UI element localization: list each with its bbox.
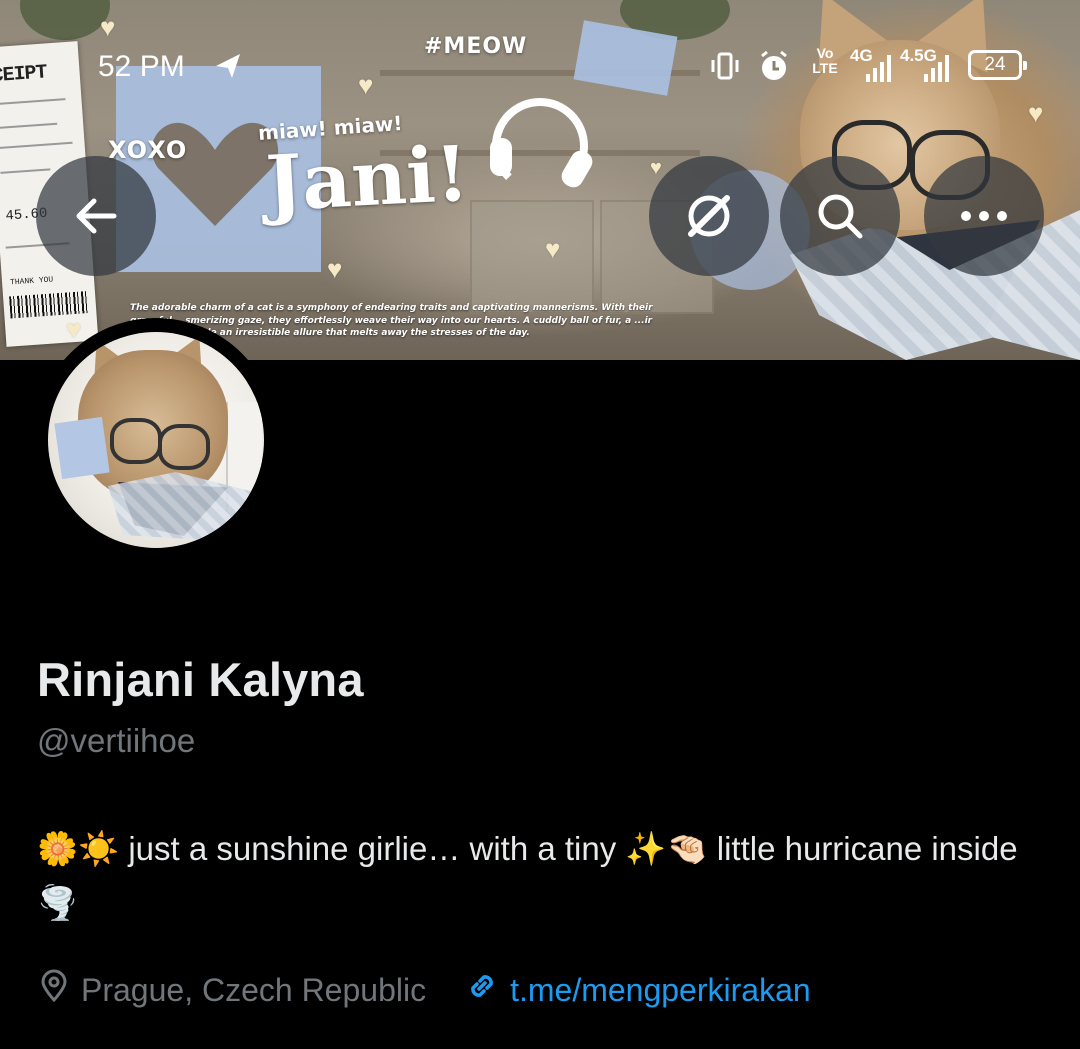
heart-sticker: ♥ [66, 314, 82, 344]
receipt-line [0, 98, 66, 106]
profile-bio: 🌼☀️ just a sunshine girlie… with a tiny … [37, 830, 1018, 921]
display-name: Rinjani Kalyna [37, 653, 364, 706]
battery-icon: 24 [968, 50, 1027, 80]
battery-level: 24 [984, 54, 1006, 75]
back-arrow-icon [70, 190, 122, 242]
location-text: Prague, Czech Republic [81, 971, 427, 1008]
alarm-icon [756, 48, 792, 91]
status-time: 52 PM [98, 50, 185, 83]
avatar-blue-card [54, 416, 110, 480]
grok-icon [681, 188, 737, 244]
search-icon [812, 188, 868, 244]
heart-sticker: ♥ [327, 254, 343, 284]
banner-jani: Jani! [263, 128, 471, 229]
user-handle: @vertiihoe [37, 722, 196, 759]
grok-button[interactable] [649, 156, 769, 276]
search-button[interactable] [780, 156, 900, 276]
vibrate-icon [708, 50, 742, 89]
banner-plant [20, 0, 110, 40]
status-bar: 52 PM Vo LTE 4G 4.5G 24 [0, 40, 1080, 92]
avatar-glasses [110, 418, 162, 464]
signal-bars-icon [924, 54, 949, 82]
receipt-line [0, 141, 73, 149]
heart-sticker: ♥ [545, 234, 561, 264]
heart-sticker: ♥ [650, 157, 662, 179]
link-icon [464, 968, 510, 1012]
headphones-cup [490, 138, 512, 176]
profile-meta: Prague, Czech Republic t.me/mengperkirak… [37, 966, 811, 1014]
profile-link[interactable]: t.me/mengperkirakan [464, 968, 811, 1012]
location-arrow-icon [212, 50, 244, 89]
banner-xoxo: XOXO [108, 136, 188, 164]
back-button[interactable] [36, 156, 156, 276]
signal-bars-icon [866, 54, 891, 82]
avatar-glasses [158, 424, 210, 470]
heart-sticker: ♥ [1028, 98, 1044, 128]
volte-indicator: Vo LTE [812, 45, 838, 76]
receipt-thanks: THANK YOU [9, 275, 54, 288]
link-text[interactable]: t.me/mengperkirakan [510, 972, 811, 1009]
more-icon [956, 208, 1012, 224]
heart-sticker: ♥ [100, 12, 116, 42]
more-button[interactable] [924, 156, 1044, 276]
location-pin-icon [37, 969, 81, 1011]
avatar[interactable] [48, 332, 264, 548]
banner-cabinet [470, 200, 594, 314]
receipt-line [0, 168, 51, 174]
receipt-line [0, 122, 58, 129]
location: Prague, Czech Republic [37, 969, 426, 1011]
